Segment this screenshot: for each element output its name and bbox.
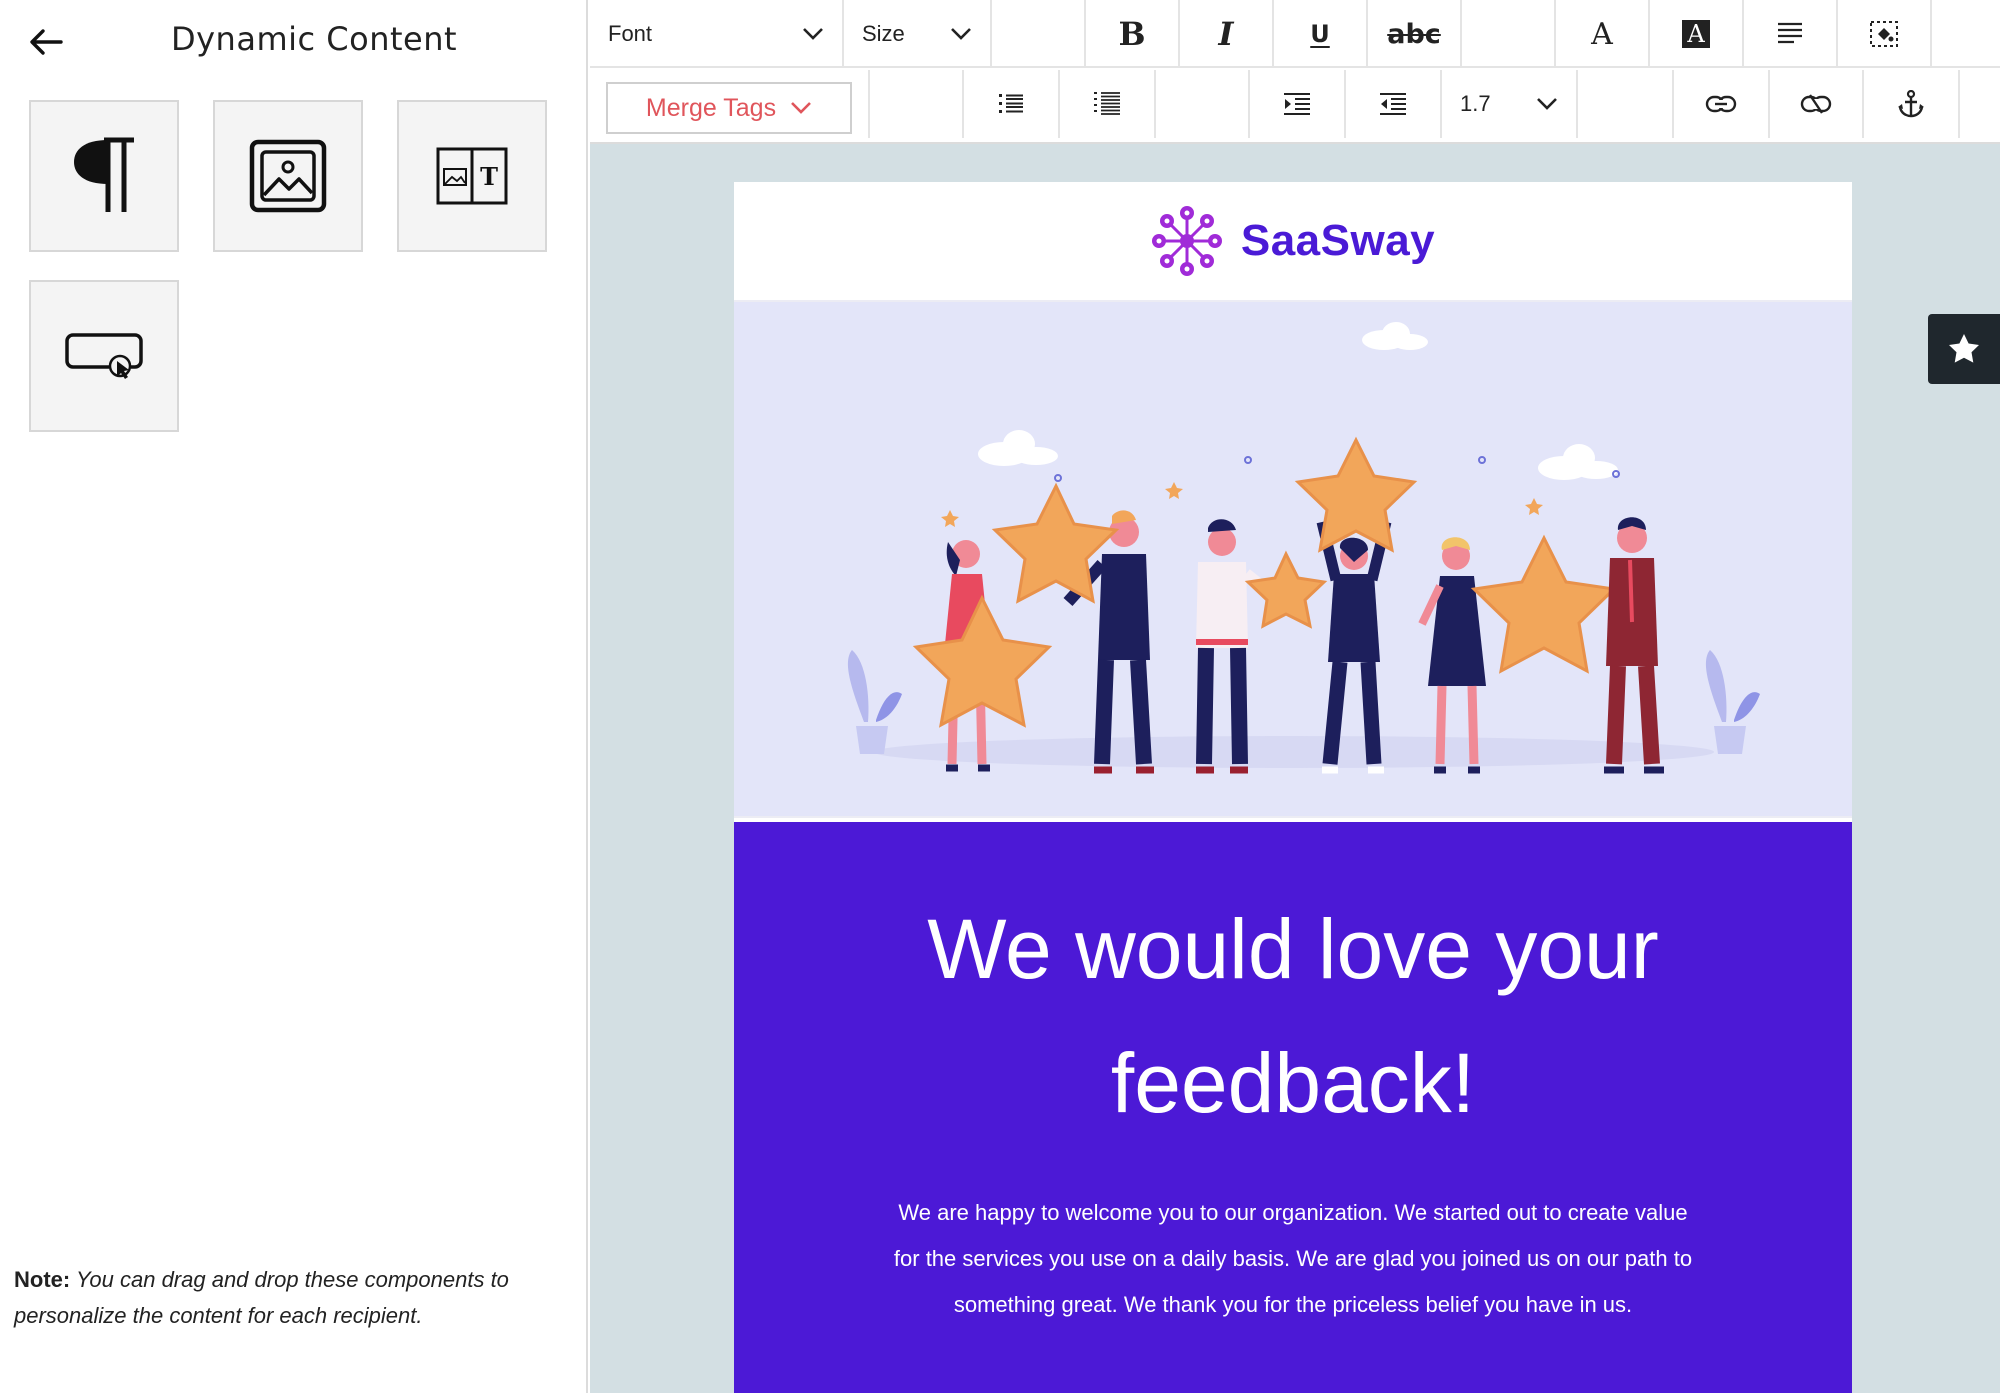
font-dropdown-label: Font	[608, 21, 653, 46]
button-click-icon	[65, 333, 143, 379]
star-icon	[1949, 334, 1979, 363]
bold-button[interactable]: B	[1086, 0, 1180, 68]
anchor-button[interactable]	[1864, 70, 1960, 138]
font-color-icon: A	[1591, 16, 1613, 52]
size-dropdown[interactable]: Size	[844, 0, 992, 68]
image-icon	[249, 139, 327, 213]
flower-logo-icon	[1151, 206, 1222, 276]
italic-button[interactable]: I	[1180, 0, 1274, 68]
feedback-headline: We would love your feedback!	[794, 882, 1792, 1150]
toolbar-spacer	[1156, 70, 1250, 138]
people-holding-stars-illustration	[847, 322, 1760, 774]
email-canvas[interactable]: SaaSway We would love your feedback! We …	[734, 182, 1852, 1393]
italic-icon: I	[1218, 15, 1234, 53]
toolbar-spacer	[870, 70, 964, 138]
brand-name: SaaSway	[1240, 216, 1436, 265]
ordered-list-icon	[1094, 92, 1120, 115]
email-editor: Font Size B I U abc A A Merge Tags 1.7 S…	[590, 0, 2000, 1393]
unordered-list-icon	[999, 94, 1023, 113]
formatting-toolbar: Font Size B I U abc A A Merge Tags 1.7	[590, 0, 2000, 144]
fill-button[interactable]	[1838, 0, 1932, 68]
link-button[interactable]	[1674, 70, 1770, 138]
align-button[interactable]	[1744, 0, 1838, 68]
pilcrow-icon	[74, 137, 134, 212]
toolbar-spacer	[1462, 0, 1556, 68]
ordered-list-button[interactable]	[1060, 70, 1156, 138]
outdent-icon	[1380, 93, 1406, 115]
font-color-button[interactable]: A	[1556, 0, 1650, 68]
toolbar-spacer	[1578, 70, 1674, 138]
underline-button[interactable]: U	[1274, 0, 1368, 68]
unlink-icon	[1800, 94, 1832, 114]
merge-tags-label: Merge Tags	[645, 93, 777, 122]
text-component-tile[interactable]	[29, 100, 179, 252]
background-color-icon: A	[1682, 20, 1710, 48]
link-icon	[1705, 95, 1737, 113]
image-component-tile[interactable]	[213, 100, 363, 252]
chevron-down-icon	[951, 28, 971, 40]
feedback-body-text: We are happy to welcome you to our organ…	[893, 1200, 1693, 1317]
bold-icon: B	[1118, 15, 1146, 53]
line-height-dropdown[interactable]: 1.7	[1442, 70, 1578, 138]
fill-icon	[1870, 21, 1898, 47]
outdent-button[interactable]	[1346, 70, 1442, 138]
underline-icon: U	[1310, 20, 1330, 48]
headline-line-2: feedback!	[1110, 1036, 1476, 1130]
toolbar-row-2: Merge Tags 1.7	[590, 70, 2000, 138]
image-text-icon: T	[436, 147, 508, 205]
line-height-value: 1.7	[1460, 91, 1491, 116]
unlink-button[interactable]	[1770, 70, 1864, 138]
dynamic-content-panel: Dynamic Content T Note: You can drag and…	[0, 0, 588, 1393]
image-text-component-tile[interactable]: T	[397, 100, 547, 252]
font-dropdown[interactable]: Font	[590, 0, 844, 68]
chevron-down-icon	[791, 102, 811, 114]
chevron-down-icon	[803, 28, 823, 40]
panel-note: Note: You can drag and drop these compon…	[14, 1262, 574, 1334]
hero-illustration[interactable]	[734, 300, 1852, 818]
strikethrough-button[interactable]: abc	[1368, 0, 1462, 68]
anchor-icon	[1898, 90, 1924, 118]
note-label: Note:	[14, 1267, 71, 1292]
indent-icon	[1284, 93, 1310, 115]
svg-text:T: T	[480, 162, 498, 191]
background-color-button[interactable]: A	[1650, 0, 1744, 68]
toolbar-row-1: Font Size B I U abc A A	[590, 0, 2000, 68]
align-icon	[1778, 22, 1802, 44]
toolbar-spacer	[992, 0, 1086, 68]
panel-title: Dynamic Content	[170, 20, 458, 58]
strikethrough-icon: abc	[1387, 18, 1441, 50]
email-header[interactable]: SaaSway	[734, 182, 1852, 300]
feedback-section[interactable]: We would love your feedback! We are happ…	[734, 822, 1852, 1393]
favorites-tab[interactable]	[1928, 314, 2000, 384]
headline-line-1: We would love your	[927, 902, 1659, 996]
indent-button[interactable]	[1250, 70, 1346, 138]
unordered-list-button[interactable]	[964, 70, 1060, 138]
merge-tags-dropdown[interactable]: Merge Tags	[606, 82, 852, 134]
button-component-tile[interactable]	[29, 280, 179, 432]
merge-tags-cell: Merge Tags	[590, 70, 870, 138]
chevron-down-icon	[1537, 98, 1557, 110]
note-text: You can drag and drop these components t…	[14, 1267, 509, 1328]
size-dropdown-label: Size	[862, 21, 905, 46]
